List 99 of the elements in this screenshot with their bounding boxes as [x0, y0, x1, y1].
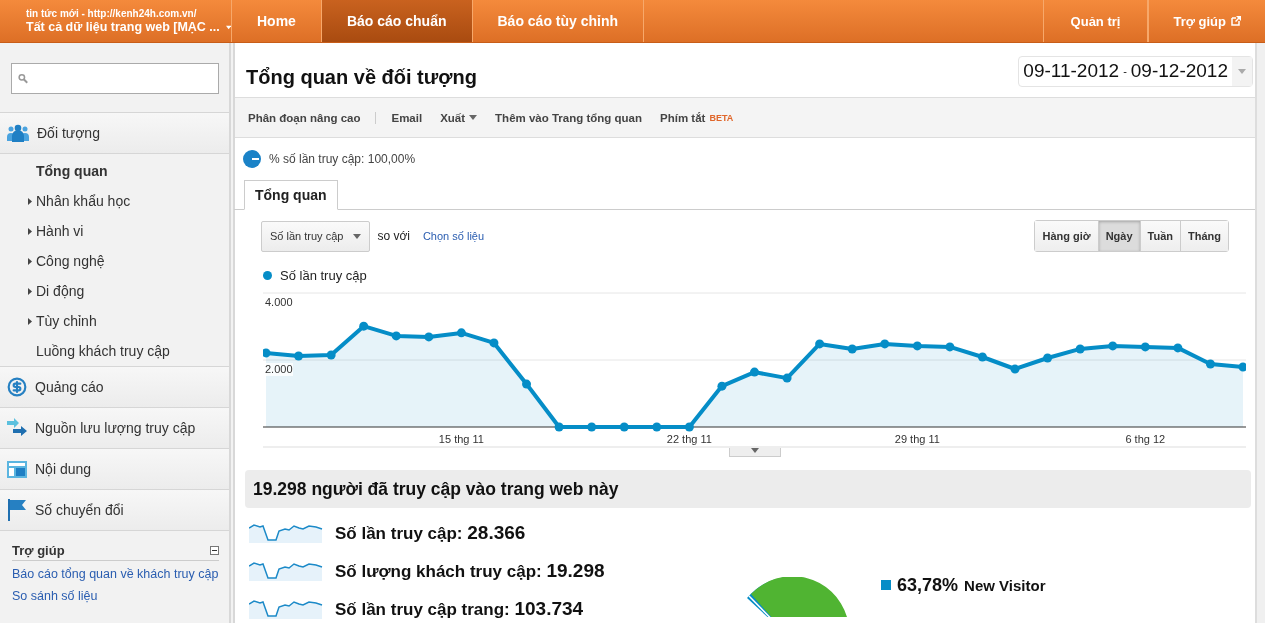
sidebar-section[interactable]: Nguồn lưu lượng truy cập [0, 408, 229, 449]
account-subtitle: tin tức mới - http://kenh24h.com.vn/ [26, 8, 198, 20]
caret-icon [469, 115, 478, 120]
sidebar-item[interactable]: Tùy chỉnh [0, 306, 229, 336]
sidebar-item[interactable]: Nhân khẩu học [0, 186, 229, 216]
data-point [1140, 342, 1150, 352]
interval-button[interactable]: Hàng giờ [1035, 221, 1098, 251]
y-tick-label: 2.000 [265, 363, 293, 375]
compare-text: so với [377, 229, 410, 243]
interval-button[interactable]: Ngày [1097, 221, 1140, 251]
external-link-icon [1231, 16, 1241, 26]
data-point [717, 381, 727, 391]
sidebar-item[interactable]: Di động [0, 276, 229, 306]
data-point [1043, 353, 1053, 363]
toolbar-button[interactable]: Xuất [431, 111, 487, 124]
expand-arrow-icon [28, 317, 32, 325]
data-point [1173, 343, 1183, 353]
data-point [977, 352, 987, 362]
segment-pie-icon [243, 150, 261, 168]
expand-arrow-icon [28, 287, 32, 295]
data-point [619, 422, 629, 432]
expand-arrow-icon [28, 257, 32, 265]
help-link[interactable]: Báo cáo tổng quan về khách truy cập [12, 565, 219, 583]
data-point [554, 422, 564, 432]
data-point [652, 422, 662, 432]
data-point [945, 342, 955, 352]
data-point [456, 328, 466, 338]
data-point [815, 339, 825, 349]
data-point [424, 332, 434, 342]
sidebar-item[interactable]: Hành vi [0, 216, 229, 246]
summary-title: 19.298 người đã truy cập vào trang web này [253, 478, 619, 500]
sidebar-item[interactable]: Tổng quan [0, 156, 229, 186]
toolbar-button[interactable]: Email [375, 111, 432, 124]
beta-label: BETA [709, 112, 734, 123]
metric-dropdown[interactable]: Số lần truy cập [261, 220, 371, 252]
interval-button[interactable]: Tuần [1139, 221, 1180, 251]
y-tick-label: 4.000 [265, 296, 293, 308]
interval-button[interactable]: Tháng [1180, 221, 1228, 251]
caret-icon [751, 448, 759, 453]
choose-metric-link[interactable]: Chọn số liệu [422, 230, 485, 242]
metric-label: Số lần truy cập: 28.366 [335, 522, 526, 544]
expand-arrow-icon [28, 197, 32, 205]
sidebar-item[interactable]: Công nghệ [0, 246, 229, 276]
data-point [847, 344, 857, 354]
dropdown-caret-icon [1238, 68, 1246, 74]
collapse-icon[interactable] [210, 546, 219, 555]
data-point [522, 379, 532, 389]
pie-percent: 63,78% [897, 574, 959, 596]
sidebar-item[interactable]: Luồng khách truy cập [0, 336, 229, 366]
segment-label: % số lần truy cập: 100,00% [269, 152, 416, 166]
pie-label: New Visitor [964, 576, 1046, 594]
data-point [912, 341, 922, 351]
data-point [684, 422, 694, 432]
data-point [489, 338, 499, 348]
sidebar-section[interactable]: Quảng cáo [0, 367, 229, 408]
data-point [880, 339, 890, 349]
x-tick-label: 29 thg 11 [894, 433, 940, 445]
layout-icon [7, 460, 27, 478]
data-point [1238, 362, 1246, 372]
caret-icon [353, 233, 362, 239]
chart-expander[interactable] [729, 448, 781, 457]
nav-tab[interactable]: Báo cáo chuẩn [321, 0, 473, 42]
page-title: Tổng quan về đối tượng [246, 64, 477, 89]
data-point [326, 350, 336, 360]
dollar-icon [7, 377, 27, 397]
sidebar-section[interactable]: Số chuyển đổi [0, 490, 229, 531]
data-point [750, 367, 759, 377]
date-range-picker[interactable]: 09-11-2012 - 09-12-2012 [1018, 55, 1253, 87]
data-point [391, 331, 401, 341]
sidebar-section[interactable]: Nội dung [0, 449, 229, 490]
people-icon [7, 124, 29, 142]
expand-arrow-icon [28, 227, 32, 235]
flag-icon [7, 499, 27, 521]
data-point [263, 348, 271, 358]
metric-label: Số lượng khách truy cập: 19.298 [335, 560, 605, 582]
data-point [1010, 364, 1020, 374]
toolbar-button[interactable]: Phân đoạn nâng cao [248, 111, 376, 124]
legend-label: Số lần truy cập [280, 267, 367, 283]
scrollbar[interactable] [1256, 43, 1265, 623]
data-point [1108, 341, 1118, 351]
toolbar-button[interactable]: Thêm vào Trang tổng quan [486, 111, 652, 124]
data-point [294, 351, 304, 361]
x-tick-label: 6 thg 12 [1125, 433, 1166, 445]
data-point [359, 321, 369, 331]
sidebar-section[interactable]: Đối tượng [0, 113, 229, 154]
arrows-icon [7, 418, 27, 438]
x-tick-label: 22 thg 11 [666, 433, 712, 445]
search-field[interactable] [11, 63, 219, 94]
report-tab[interactable]: Tổng quan [244, 180, 338, 210]
caret-icon [225, 24, 231, 30]
metric-label: Số lần truy cập trang: 103.734 [335, 598, 584, 620]
help-title: Trợ giúp [12, 543, 65, 558]
data-point [1075, 344, 1085, 354]
search-icon [18, 72, 28, 85]
help-link[interactable]: So sánh số liệu [12, 587, 219, 605]
x-tick-label: 15 thg 11 [438, 433, 484, 445]
data-point [782, 373, 792, 383]
data-point [587, 422, 597, 432]
data-point [1205, 359, 1215, 369]
